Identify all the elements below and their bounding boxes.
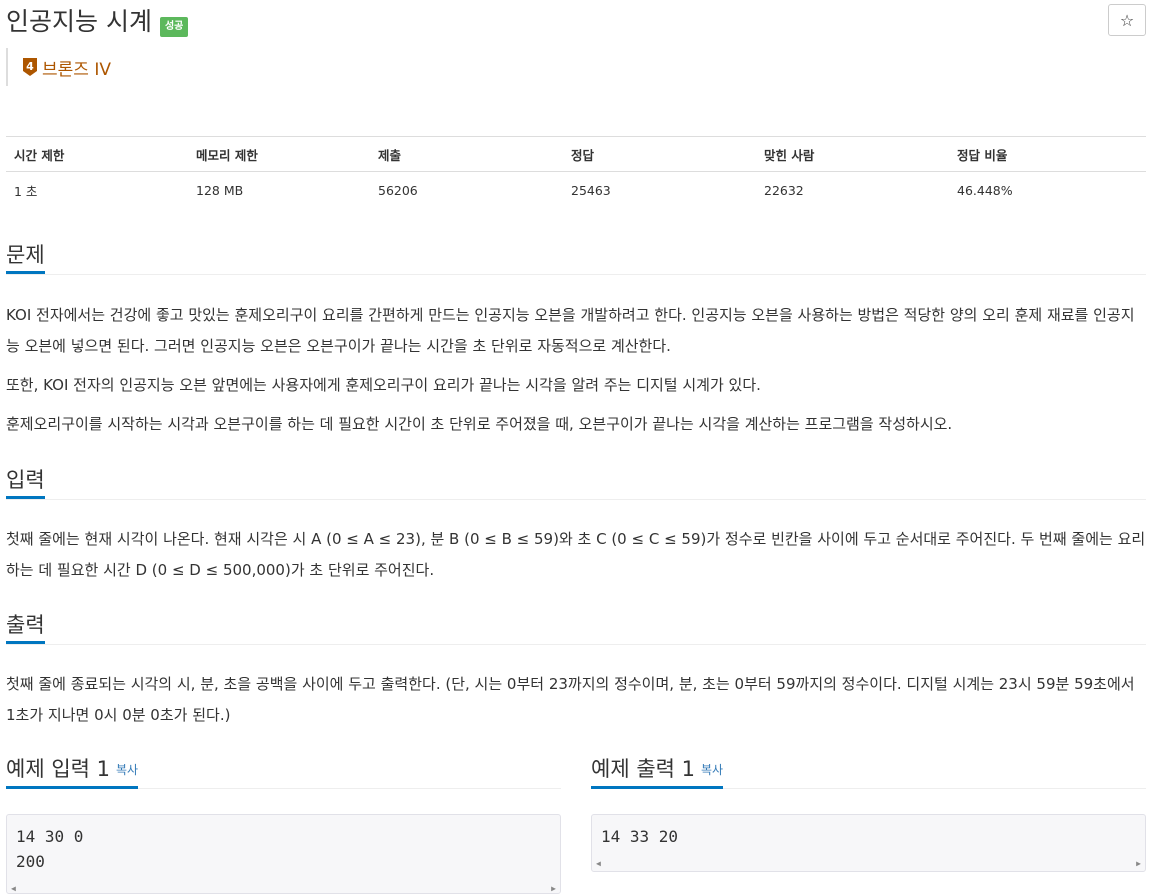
header-time-limit: 시간 제한 — [6, 137, 188, 172]
header-memory-limit: 메모리 제한 — [188, 137, 370, 172]
header-submissions: 제출 — [370, 137, 563, 172]
value-memory-limit: 128 MB — [188, 172, 370, 209]
sample-output-heading-wrap: 예제 출력 1 복사 — [591, 754, 723, 789]
input-header: 입력 — [6, 465, 1146, 500]
sample-input-box[interactable]: 14 30 0 200 ◀ ▶ — [6, 814, 561, 894]
scroll-left-icon[interactable]: ◀ — [11, 876, 16, 894]
description-paragraph-3: 훈제오리구이를 시작하는 시각과 오븐구이를 하는 데 필요한 시간이 초 단위… — [6, 409, 1146, 440]
value-accepted: 25463 — [563, 172, 756, 209]
tier-indicator[interactable]: 4 브론즈 IV — [6, 48, 111, 86]
sample-output-box[interactable]: 14 33 20 ◀ ▶ — [591, 814, 1146, 872]
input-paragraph-1: 첫째 줄에는 현재 시각이 나온다. 현재 시각은 시 A (0 ≤ A ≤ 2… — [6, 524, 1146, 586]
sample-input-heading: 예제 입력 1 — [6, 757, 110, 781]
description-heading: 문제 — [6, 240, 45, 274]
status-badge: 성공 — [160, 17, 188, 37]
header-accepted: 정답 — [563, 137, 756, 172]
sample-output-header: 예제 출력 1 복사 — [591, 754, 1146, 789]
header-accept-ratio: 정답 비율 — [949, 137, 1146, 172]
info-table-row: 1 초 128 MB 56206 25463 22632 46.448% — [6, 172, 1146, 209]
tier-number: 4 — [26, 60, 34, 73]
scroll-left-icon[interactable]: ◀ — [596, 851, 601, 873]
problem-title: 인공지능 시계 — [6, 4, 152, 40]
sample-input-heading-wrap: 예제 입력 1 복사 — [6, 754, 138, 789]
favorite-button[interactable]: ☆ — [1108, 4, 1146, 36]
description-paragraph-1: KOI 전자에서는 건강에 좋고 맛있는 훈제오리구이 요리를 간편하게 만드는… — [6, 300, 1146, 362]
scroll-right-icon[interactable]: ▶ — [551, 876, 556, 894]
title-row: 인공지능 시계 성공 — [6, 4, 188, 40]
output-heading: 출력 — [6, 610, 45, 644]
description-paragraph-2: 또한, KOI 전자의 인공지능 오븐 앞면에는 사용자에게 훈제오리구이 요리… — [6, 370, 1146, 401]
copy-sample-output-link[interactable]: 복사 — [701, 763, 723, 777]
output-header: 출력 — [6, 610, 1146, 645]
scroll-right-icon[interactable]: ▶ — [1136, 851, 1141, 873]
sample-output-scrollbar[interactable]: ◀ ▶ — [596, 858, 1141, 868]
sample-input-header: 예제 입력 1 복사 — [6, 754, 561, 789]
value-accept-ratio: 46.448% — [949, 172, 1146, 209]
sample-output-content: 14 33 20 — [601, 824, 1136, 849]
copy-sample-input-link[interactable]: 복사 — [116, 763, 138, 777]
problem-info-table: 시간 제한 메모리 제한 제출 정답 맞힌 사람 정답 비율 1 초 128 M… — [6, 136, 1146, 208]
info-table-header-row: 시간 제한 메모리 제한 제출 정답 맞힌 사람 정답 비율 — [6, 137, 1146, 172]
input-body: 첫째 줄에는 현재 시각이 나온다. 현재 시각은 시 A (0 ≤ A ≤ 2… — [6, 524, 1146, 594]
value-time-limit: 1 초 — [6, 172, 188, 209]
header-solved-users: 맞힌 사람 — [756, 137, 949, 172]
star-icon: ☆ — [1120, 11, 1134, 30]
description-body: KOI 전자에서는 건강에 좋고 맛있는 훈제오리구이 요리를 간편하게 만드는… — [6, 300, 1146, 448]
input-heading: 입력 — [6, 465, 45, 499]
output-paragraph-1: 첫째 줄에 종료되는 시각의 시, 분, 초을 공백을 사이에 두고 출력한다.… — [6, 669, 1146, 731]
value-submissions: 56206 — [370, 172, 563, 209]
value-solved-users: 22632 — [756, 172, 949, 209]
bronze-tier-icon: 4 — [22, 57, 38, 77]
sample-output-heading: 예제 출력 1 — [591, 757, 695, 781]
description-header: 문제 — [6, 240, 1146, 275]
tier-label: 브론즈 IV — [42, 55, 111, 80]
output-body: 첫째 줄에 종료되는 시각의 시, 분, 초을 공백을 사이에 두고 출력한다.… — [6, 669, 1146, 739]
sample-input-content: 14 30 0 200 — [16, 824, 551, 874]
